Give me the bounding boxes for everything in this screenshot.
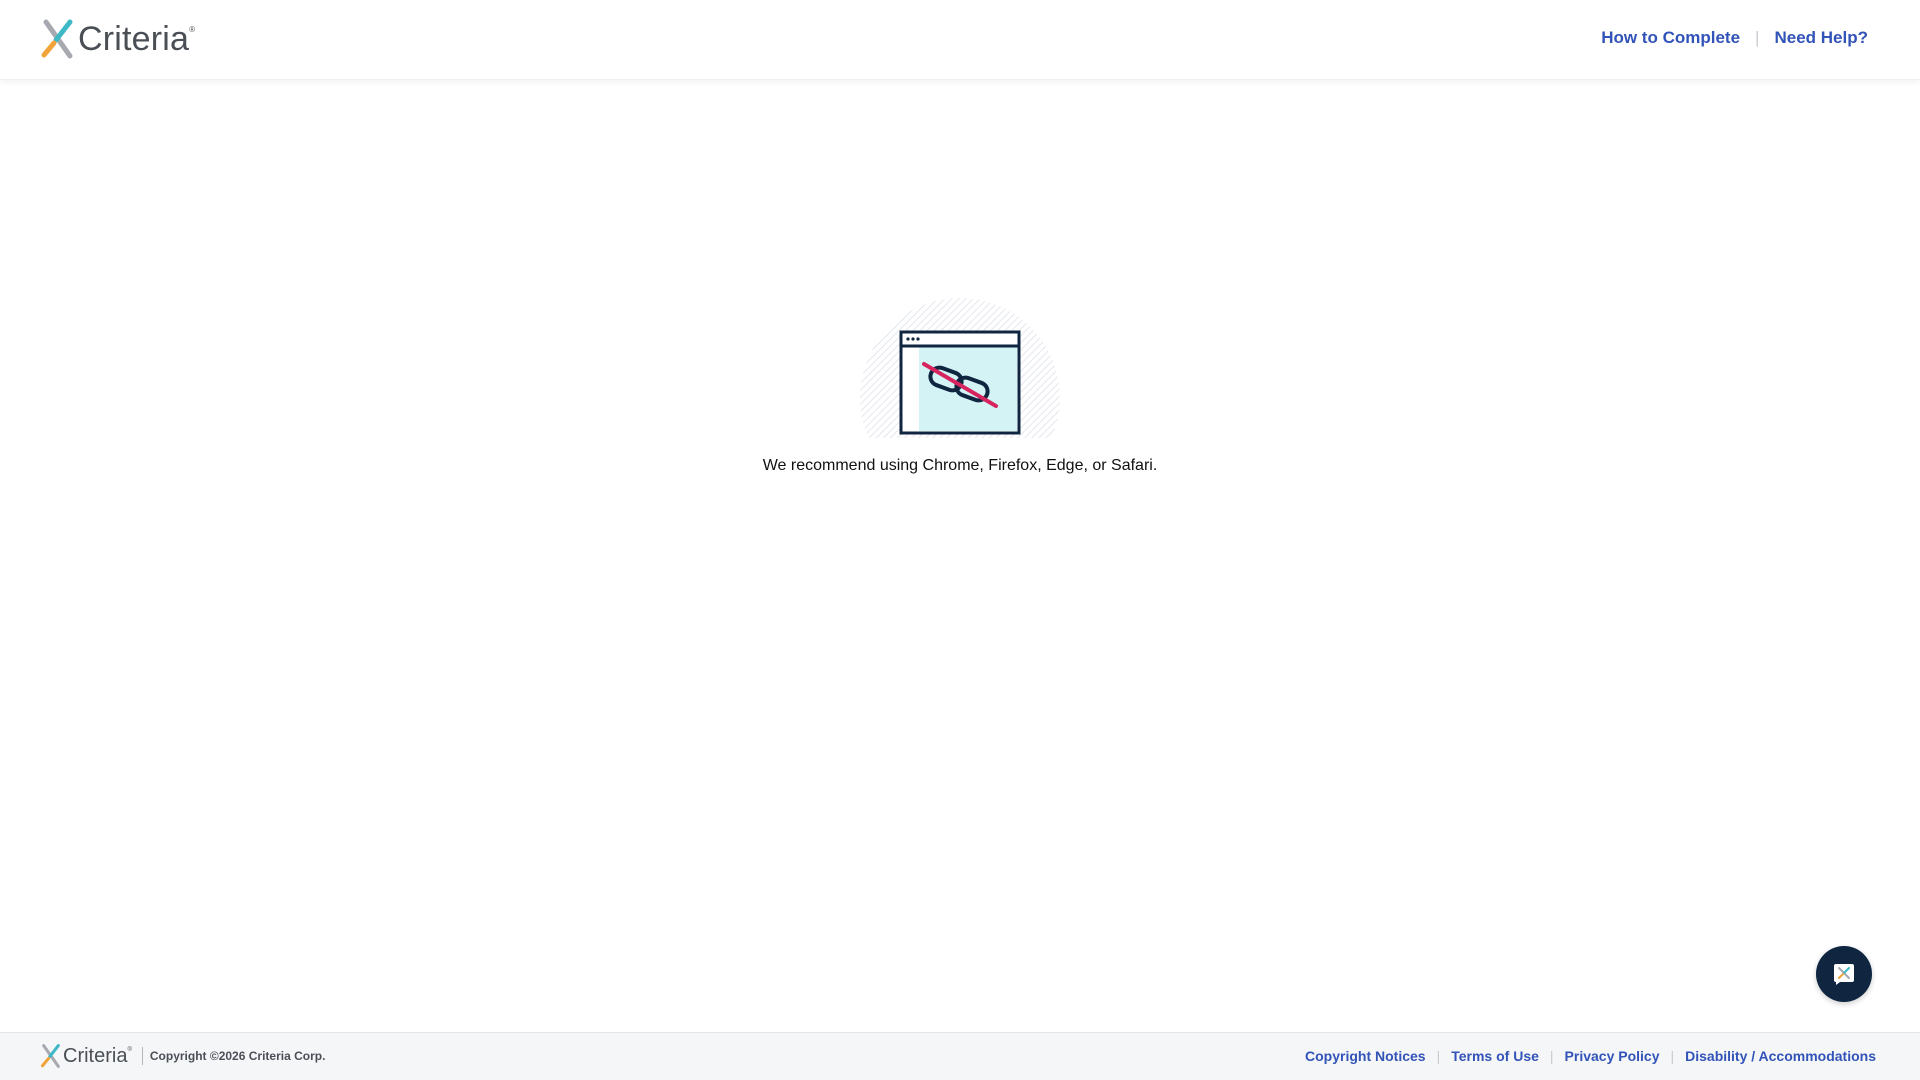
privacy-policy-link[interactable]: Privacy Policy bbox=[1565, 1048, 1660, 1064]
footer-links: Copyright Notices | Terms of Use | Priva… bbox=[1305, 1048, 1876, 1064]
copyright-text: Copyright ©2026 Criteria Corp. bbox=[149, 1049, 326, 1063]
how-to-complete-link[interactable]: How to Complete bbox=[1601, 28, 1740, 48]
broken-link-browser-icon bbox=[860, 298, 1060, 498]
header: Criteria ® How to Complete | Need Help? bbox=[0, 0, 1920, 80]
footer-divider bbox=[141, 1047, 143, 1065]
copyright-notices-link[interactable]: Copyright Notices bbox=[1305, 1048, 1426, 1064]
footer-logo-wordmark: Criteria bbox=[63, 1044, 128, 1067]
header-nav: How to Complete | Need Help? bbox=[1601, 28, 1868, 48]
nav-separator: | bbox=[1755, 28, 1760, 47]
footer-registered-mark: ® bbox=[127, 1047, 132, 1053]
registered-mark: ® bbox=[189, 24, 196, 34]
logo-wordmark: Criteria bbox=[78, 19, 190, 58]
footer-criteria-logo[interactable]: Criteria ® Copyright ©2026 Criteria Corp… bbox=[40, 1043, 325, 1069]
terms-of-use-link[interactable]: Terms of Use bbox=[1451, 1048, 1539, 1064]
chat-button[interactable] bbox=[1816, 946, 1872, 1002]
need-help-link[interactable]: Need Help? bbox=[1774, 28, 1868, 48]
page: Criteria ® How to Complete | Need Help? bbox=[0, 0, 1920, 1080]
footer-link-separator: | bbox=[1670, 1048, 1675, 1064]
chat-icon bbox=[1834, 964, 1854, 985]
criteria-x-mark-icon bbox=[40, 1044, 60, 1068]
criteria-logo[interactable]: Criteria ® bbox=[40, 18, 195, 60]
criteria-x-mark-icon bbox=[41, 19, 73, 59]
footer: Criteria ® Copyright ©2026 Criteria Corp… bbox=[0, 1032, 1920, 1080]
disability-accommodations-link[interactable]: Disability / Accommodations bbox=[1685, 1048, 1876, 1064]
footer-link-separator: | bbox=[1549, 1048, 1554, 1064]
browser-recommendation-message: We recommend using Chrome, Firefox, Edge… bbox=[762, 457, 1158, 474]
footer-link-separator: | bbox=[1436, 1048, 1441, 1064]
